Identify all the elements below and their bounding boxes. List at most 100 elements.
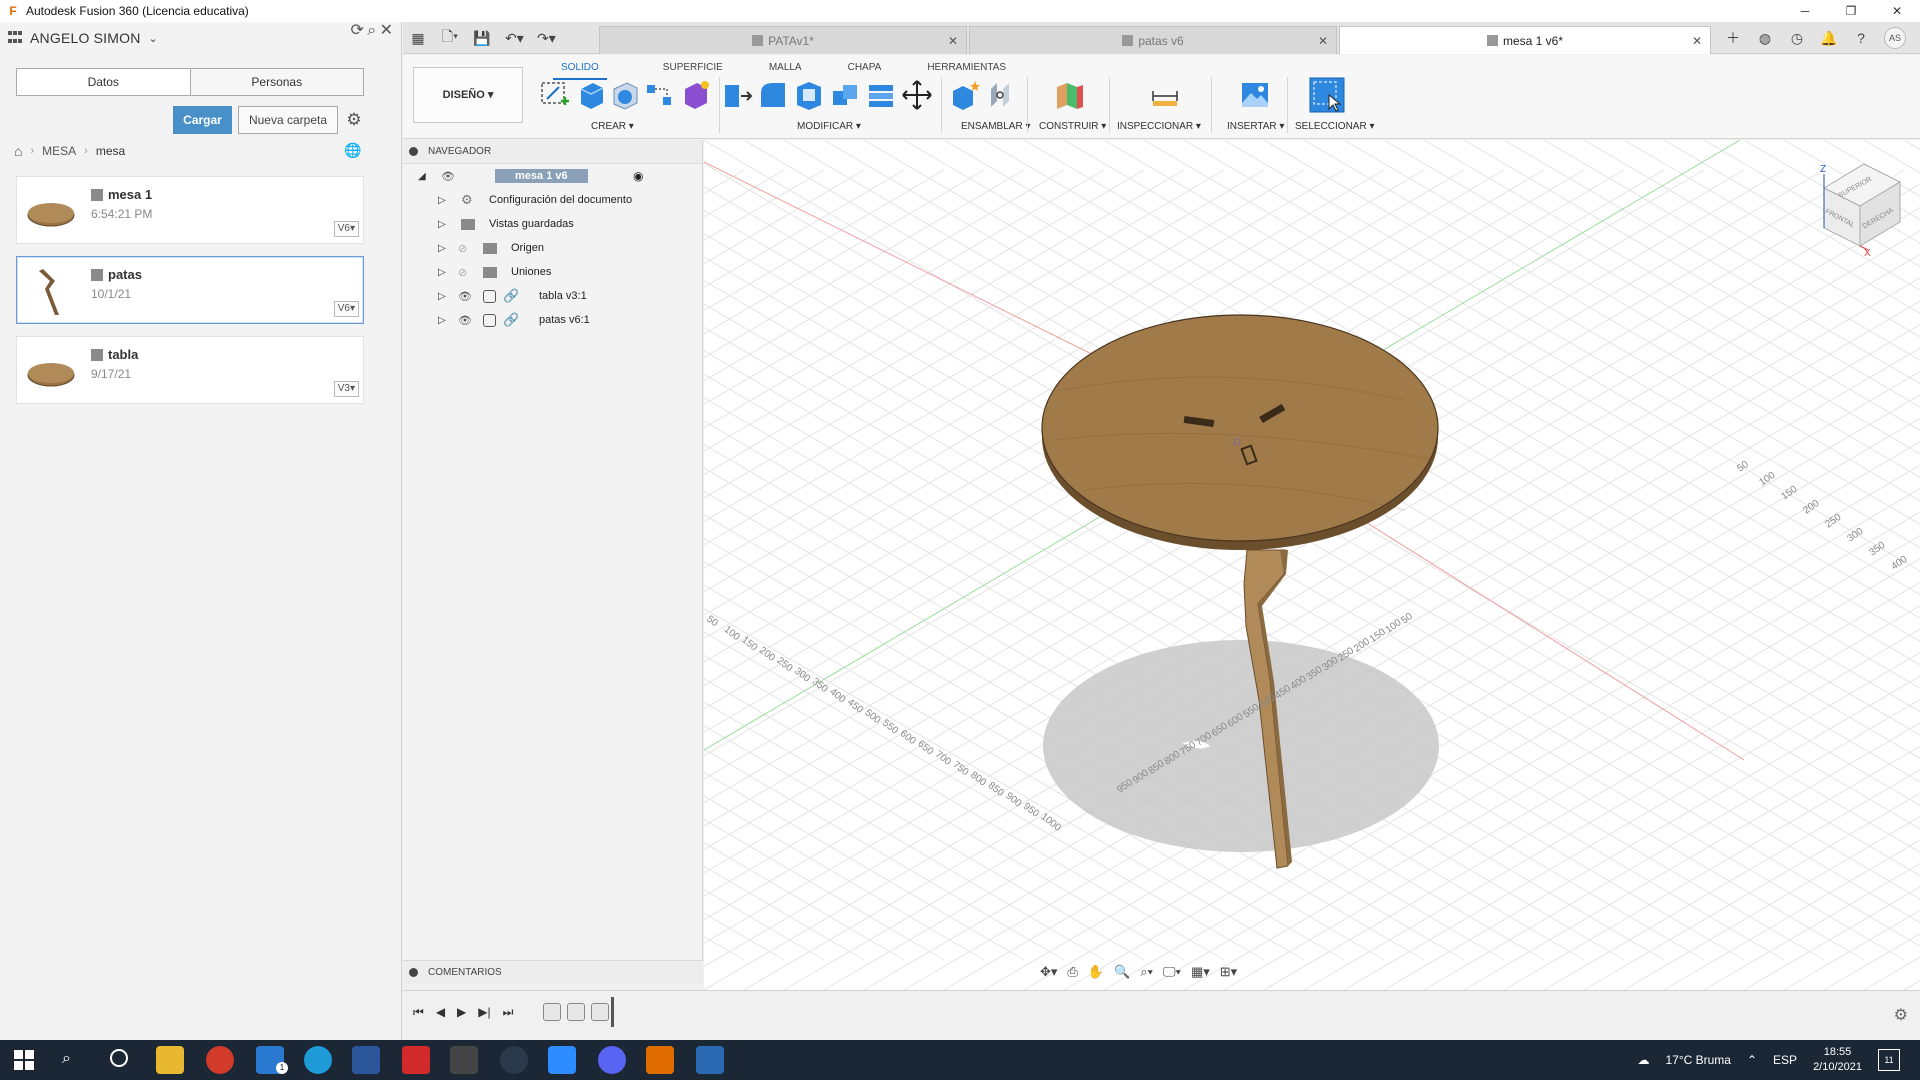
- expand-arrow-icon[interactable]: ▷: [438, 267, 446, 278]
- undo-icon[interactable]: ↶▾: [505, 30, 524, 47]
- expand-arrow-icon[interactable]: ▷: [438, 243, 446, 254]
- chrome-icon[interactable]: [206, 1046, 234, 1074]
- chevron-up-icon[interactable]: ⌃: [1747, 1053, 1757, 1067]
- fit-icon[interactable]: ⌕▾: [1140, 964, 1153, 984]
- eye-hidden-icon[interactable]: ⊘: [458, 266, 467, 279]
- press-pull-icon[interactable]: [721, 79, 753, 111]
- close-tab-icon[interactable]: ✕: [948, 34, 958, 48]
- group-modificar[interactable]: MODIFICAR ▾: [797, 121, 861, 132]
- data-panel-toggle-icon[interactable]: ▦: [409, 30, 427, 47]
- version-badge[interactable]: V6▾: [333, 221, 359, 237]
- collapse-arrow-icon[interactable]: ◢: [418, 171, 426, 182]
- fillet-icon[interactable]: [757, 79, 789, 111]
- team-name[interactable]: ANGELO SIMON: [30, 30, 141, 46]
- save-icon[interactable]: 💾: [473, 30, 491, 47]
- expand-dot-icon[interactable]: [409, 968, 418, 977]
- tab-mesa-1-v6[interactable]: mesa 1 v6* ✕: [1339, 26, 1711, 54]
- tab-personas[interactable]: Personas: [189, 69, 363, 95]
- pan-icon[interactable]: ✋: [1088, 964, 1104, 984]
- extrude-icon[interactable]: [575, 79, 607, 111]
- expand-arrow-icon[interactable]: ▷: [438, 219, 446, 230]
- file-card-patas[interactable]: patas 10/1/21 V6▾: [16, 256, 364, 324]
- breadcrumb-folder[interactable]: mesa: [96, 144, 125, 158]
- search-icon[interactable]: ⌕: [367, 22, 376, 39]
- eye-hidden-icon[interactable]: ⊘: [458, 242, 467, 255]
- tab-patas-v6[interactable]: patas v6 ✕: [969, 26, 1337, 54]
- expand-arrow-icon[interactable]: ▷: [438, 291, 446, 302]
- tab-herramientas[interactable]: HERRAMIENTAS: [899, 59, 1024, 77]
- start-button-icon[interactable]: [14, 1050, 34, 1070]
- expand-arrow-icon[interactable]: ▷: [438, 195, 446, 206]
- group-crear[interactable]: CREAR ▾: [591, 121, 634, 132]
- navigator-root[interactable]: ◢ 👁 mesa 1 v6 ◉: [403, 166, 703, 186]
- move-copy-icon[interactable]: [901, 79, 933, 111]
- navigator-item-joints[interactable]: ▷ ⊘ Uniones: [403, 262, 703, 282]
- create-sketch-icon[interactable]: [539, 79, 571, 111]
- file-card-tabla[interactable]: tabla 9/17/21 V3▾: [16, 336, 364, 404]
- tab-solido[interactable]: SOLIDO: [543, 59, 617, 80]
- revolve-icon[interactable]: [609, 79, 641, 111]
- group-insertar[interactable]: INSERTAR ▾: [1227, 121, 1284, 132]
- language-indicator[interactable]: ESP: [1773, 1053, 1797, 1067]
- orbit-icon[interactable]: ✥▾: [1040, 964, 1057, 984]
- timeline-feature[interactable]: [543, 1003, 561, 1021]
- file-card-mesa-1[interactable]: mesa 1 6:54:21 PM V6▾: [16, 176, 364, 244]
- eye-icon[interactable]: 👁: [458, 290, 472, 303]
- weather-icon[interactable]: ☁: [1637, 1053, 1649, 1067]
- look-at-icon[interactable]: ⎙: [1067, 964, 1077, 984]
- home-icon[interactable]: ⌂: [14, 143, 22, 159]
- close-tab-icon[interactable]: ✕: [1692, 34, 1702, 48]
- cortana-icon[interactable]: [110, 1049, 128, 1067]
- store-icon[interactable]: [450, 1046, 478, 1074]
- redo-icon[interactable]: ↷▾: [537, 30, 556, 47]
- workspace-switcher[interactable]: DISEÑO ▾: [413, 67, 523, 123]
- activate-radio-icon[interactable]: ◉: [633, 169, 643, 183]
- insert-image-icon[interactable]: [1239, 79, 1271, 111]
- help-icon[interactable]: ?: [1852, 30, 1870, 46]
- go-to-start-icon[interactable]: ⏮: [413, 1005, 424, 1020]
- job-status-icon[interactable]: ◷: [1788, 30, 1806, 47]
- chevron-down-icon[interactable]: ⌄: [149, 32, 158, 45]
- step-forward-icon[interactable]: ▶|: [478, 1005, 490, 1020]
- tab-malla[interactable]: MALLA: [741, 59, 820, 77]
- tabletop[interactable]: [1041, 314, 1439, 542]
- tab-chapa[interactable]: CHAPA: [820, 59, 900, 77]
- measure-icon[interactable]: [1149, 79, 1181, 111]
- group-inspeccionar[interactable]: INSPECCIONAR ▾: [1117, 121, 1201, 132]
- globe-icon[interactable]: 🌐: [344, 142, 361, 159]
- refresh-icon[interactable]: ⟳: [351, 22, 364, 39]
- tab-datos[interactable]: Datos: [17, 69, 190, 95]
- shell-icon[interactable]: [793, 79, 825, 111]
- clock[interactable]: 18:55 2/10/2021: [1813, 1045, 1862, 1075]
- fusion-360-taskbar-icon[interactable]: [646, 1046, 674, 1074]
- steam-icon[interactable]: [500, 1046, 528, 1074]
- extensions-icon[interactable]: ◍: [1756, 30, 1774, 47]
- timeline-marker[interactable]: [611, 997, 614, 1027]
- photos-icon[interactable]: [696, 1046, 724, 1074]
- search-taskbar-icon[interactable]: ⌕: [62, 1050, 71, 1068]
- upload-button[interactable]: Cargar: [173, 106, 232, 134]
- combine-icon[interactable]: [829, 79, 861, 111]
- notifications-center-icon[interactable]: 11: [1878, 1049, 1900, 1071]
- version-badge[interactable]: V3▾: [333, 381, 359, 397]
- comments-panel-header[interactable]: COMENTARIOS: [403, 960, 703, 984]
- 3d-viewport[interactable]: SUPERIOR FRONTAL DERECHA Z X 50 100 150 200…: [704, 140, 1920, 990]
- file-menu-icon[interactable]: 🗋▾: [441, 26, 459, 50]
- viewports-icon[interactable]: ⊞▾: [1220, 964, 1237, 984]
- navigator-item-patas[interactable]: ▷ 👁 🔗 patas v6:1: [403, 310, 703, 330]
- offset-plane-icon[interactable]: [1053, 79, 1085, 111]
- step-back-icon[interactable]: ◀: [436, 1005, 445, 1020]
- view-cube[interactable]: SUPERIOR FRONTAL DERECHA Z X: [1820, 163, 1902, 259]
- collapse-dot-icon[interactable]: [409, 147, 418, 156]
- group-seleccionar[interactable]: SELECCIONAR ▾: [1295, 121, 1374, 132]
- sweep-icon[interactable]: [643, 79, 675, 111]
- word-icon[interactable]: [352, 1046, 380, 1074]
- tab-pata-v1[interactable]: PATAv1* ✕: [599, 26, 967, 54]
- version-badge[interactable]: V6▾: [333, 301, 359, 317]
- expand-arrow-icon[interactable]: ▷: [438, 315, 446, 326]
- timeline-feature[interactable]: [591, 1003, 609, 1021]
- tab-superficie[interactable]: SUPERFICIE: [617, 59, 741, 77]
- offset-face-icon[interactable]: [865, 79, 897, 111]
- new-tab-icon[interactable]: ＋: [1724, 28, 1742, 48]
- zoom-icon[interactable]: 🔍: [1114, 964, 1130, 984]
